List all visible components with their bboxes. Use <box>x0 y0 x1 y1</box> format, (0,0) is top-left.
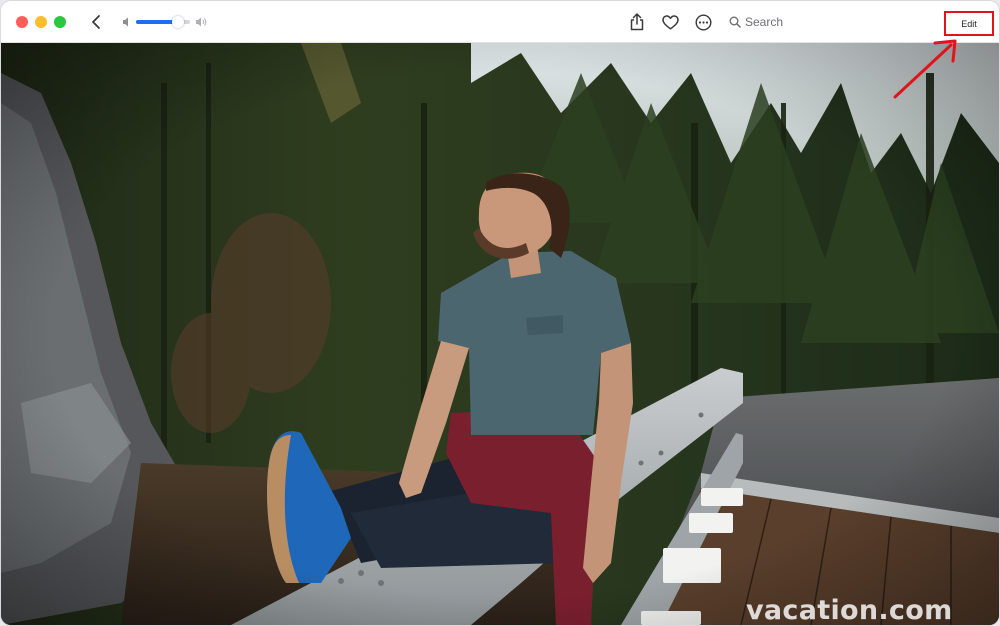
toolbar: Edit <box>1 1 999 43</box>
search-input[interactable] <box>745 15 865 29</box>
volume-slider-knob[interactable] <box>172 16 185 28</box>
volume-slider[interactable] <box>136 16 190 28</box>
chevron-left-icon <box>92 15 100 29</box>
ellipsis-circle-icon <box>694 13 712 31</box>
minimize-window-button[interactable] <box>35 16 47 28</box>
share-icon <box>630 13 644 31</box>
search-field[interactable] <box>729 12 879 32</box>
more-options-button[interactable] <box>693 12 713 32</box>
watermark: vacation.com <box>746 595 953 625</box>
photo-image: vacation.com <box>1 43 999 625</box>
heart-icon <box>661 14 679 30</box>
back-button[interactable] <box>85 11 107 33</box>
photo-illustration <box>1 43 999 625</box>
photo-viewer-window: Edit <box>1 1 999 625</box>
speaker-low-icon <box>123 17 128 27</box>
speaker-high-icon <box>196 17 207 27</box>
search-icon <box>729 16 741 28</box>
favorite-button[interactable] <box>660 12 680 32</box>
share-button[interactable] <box>627 12 647 32</box>
close-window-button[interactable] <box>16 16 28 28</box>
edit-button[interactable]: Edit <box>944 11 994 36</box>
maximize-window-button[interactable] <box>54 16 66 28</box>
